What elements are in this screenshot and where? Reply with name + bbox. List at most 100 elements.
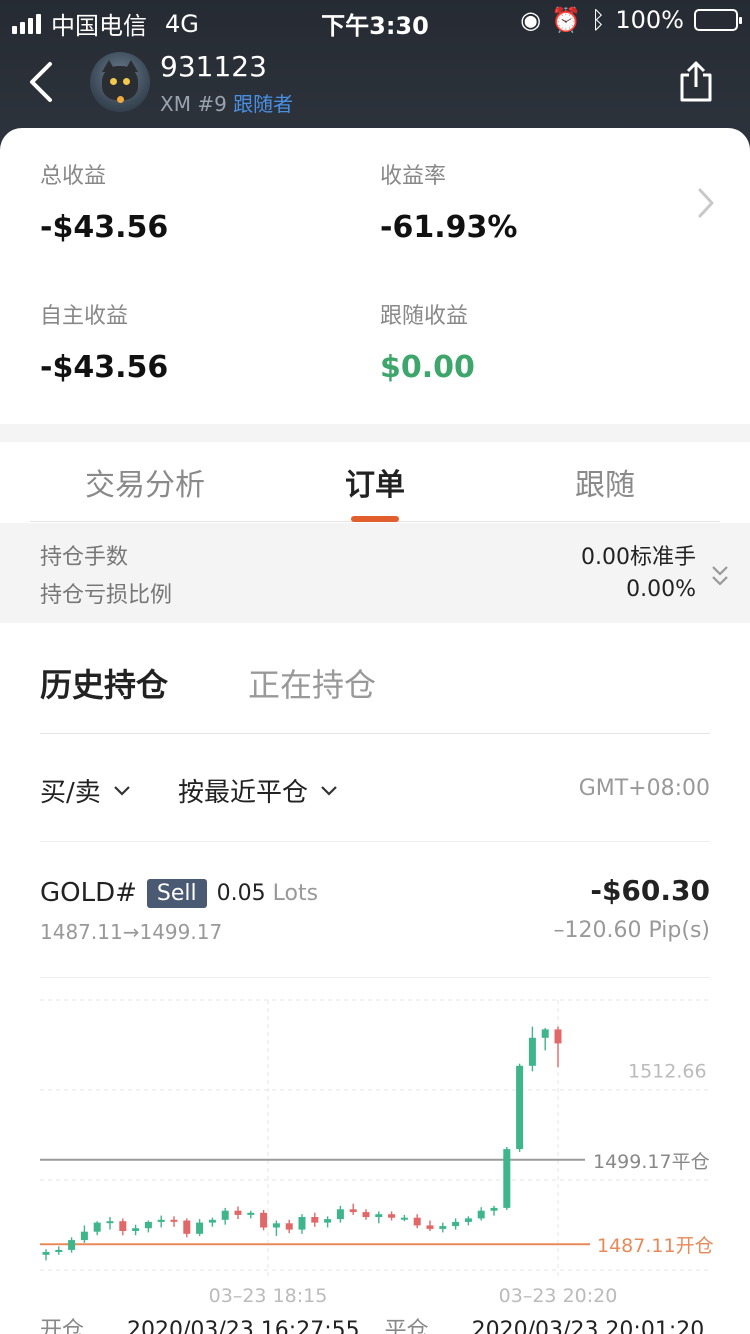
trade-pips: –120.60 Pip(s) <box>553 918 710 943</box>
main-tabs: 交易分析 订单 跟随 <box>30 442 720 522</box>
candle-body <box>477 1210 485 1219</box>
lots-amount: 0.05 <box>216 880 266 906</box>
tab-trade-analysis[interactable]: 交易分析 <box>45 460 245 504</box>
close-time-label: 平仓 <box>384 1318 429 1334</box>
trade-pnl: -$60.30 <box>590 874 710 907</box>
tab-history-positions[interactable]: 历史持仓 <box>40 660 168 706</box>
chevron-down-icon <box>321 785 337 796</box>
candle-body <box>311 1217 319 1223</box>
candle-body <box>260 1212 268 1228</box>
lots-unit: Lots <box>272 880 319 906</box>
candle-body <box>413 1217 421 1226</box>
candle-body <box>285 1223 293 1230</box>
return-rate-label: 收益率 <box>380 164 447 189</box>
sort-filter-dropdown[interactable]: 按最近平仓 <box>178 772 338 809</box>
total-profit-value: -$43.56 <box>40 210 169 245</box>
broker-text: XM #9 <box>160 92 227 116</box>
trade-symbol: GOLD# <box>40 878 137 908</box>
candle-body <box>93 1222 101 1232</box>
open-time-value: 2020/03/23 16:27:55 <box>127 1318 360 1334</box>
close-time-value: 2020/03/23 20:01:20 <box>471 1318 705 1334</box>
price-axis-label: 1512.66 <box>628 1060 707 1082</box>
back-arrow-icon[interactable] <box>24 58 60 106</box>
battery-icon <box>694 9 742 31</box>
open-price-label: 1487.11开仓 <box>597 1235 714 1257</box>
chevron-down-icon <box>113 785 130 796</box>
candle-body <box>452 1221 460 1227</box>
trade-row[interactable]: GOLD# Sell 0.05 Lots 1487.11→1499.17 -$6… <box>40 870 710 978</box>
candle-body <box>375 1214 383 1217</box>
candle-body <box>349 1209 357 1213</box>
candle-body <box>42 1252 50 1255</box>
battery-percent: 100% <box>615 6 684 34</box>
candle-body <box>80 1231 88 1241</box>
trade-times: 开仓 2020/03/23 16:27:55 平仓 2020/03/23 20:… <box>40 1312 720 1334</box>
candle-body <box>106 1221 114 1224</box>
status-bar: 中国电信 4G 下午3:30 ◉ ⏰ ᛒ 100% <box>0 0 750 40</box>
candle-body <box>119 1221 127 1231</box>
candle-body <box>144 1221 152 1229</box>
return-rate: 收益率 -61.93% <box>380 158 517 245</box>
close-price-label: 1499.17平仓 <box>593 1151 710 1173</box>
trade-lots: 0.05 Lots <box>217 881 318 906</box>
loss-ratio-value: 0.00% <box>626 577 696 602</box>
tab-orders[interactable]: 订单 <box>275 460 475 504</box>
self-profit-label: 自主收益 <box>40 304 129 329</box>
self-profit: 自主收益 -$43.56 <box>40 298 168 385</box>
candle-body <box>336 1209 344 1220</box>
follow-profit: 跟随收益 $0.00 <box>380 298 475 385</box>
share-icon[interactable] <box>676 60 716 104</box>
position-subtabs: 历史持仓 正在持仓 <box>40 656 710 734</box>
alarm-icon: ⏰ <box>551 6 581 34</box>
follow-profit-value: $0.00 <box>380 350 475 385</box>
candle-body <box>439 1226 447 1229</box>
role-text: 跟随者 <box>233 92 294 116</box>
side-filter-label: 买/卖 <box>40 778 101 808</box>
position-info-panel[interactable]: 持仓手数 0.00标准手 持仓亏损比例 0.00% <box>0 523 750 623</box>
candle-body <box>324 1219 332 1223</box>
tab-follow[interactable]: 跟随 <box>505 460 705 504</box>
side-filter-dropdown[interactable]: 买/卖 <box>40 772 131 809</box>
sort-filter-label: 按最近平仓 <box>178 778 309 808</box>
candle-body <box>132 1228 140 1231</box>
candle-body <box>157 1219 165 1222</box>
timezone-label: GMT+08:00 <box>578 776 710 801</box>
candle-body <box>68 1240 76 1250</box>
price-chart: 1499.17平仓 1487.11开仓 1512.66 03–23 18:15 03–2… <box>40 999 714 1307</box>
avatar[interactable] <box>90 52 150 112</box>
username: 931123 <box>160 50 267 83</box>
candle-body <box>362 1212 370 1217</box>
candle-body <box>234 1210 242 1215</box>
total-profit-label: 总收益 <box>40 164 107 189</box>
candle-body <box>400 1217 408 1220</box>
chevron-right-icon[interactable] <box>696 186 716 220</box>
price-path: 1487.11→1499.17 <box>40 920 223 944</box>
filter-bar: 买/卖 按最近平仓 GMT+08:00 <box>40 764 710 842</box>
candle-body <box>503 1149 511 1208</box>
candle-body <box>221 1210 229 1220</box>
follow-profit-label: 跟随收益 <box>380 304 469 329</box>
candle-body <box>541 1029 549 1038</box>
x-axis-label: 03–23 18:15 <box>209 1285 328 1307</box>
candle-body <box>490 1207 498 1211</box>
candle-body <box>208 1219 216 1223</box>
candle-body <box>426 1225 434 1229</box>
return-rate-value: -61.93% <box>380 210 518 245</box>
candle-body <box>183 1220 191 1234</box>
tab-open-positions[interactable]: 正在持仓 <box>248 660 376 706</box>
candle-body <box>298 1217 306 1230</box>
profit-summary-card[interactable]: 总收益 -$43.56 收益率 -61.93% 自主收益 -$43.56 跟随收… <box>0 128 750 424</box>
candle-body <box>528 1037 536 1066</box>
candle-body <box>170 1219 178 1222</box>
candle-body <box>196 1222 204 1234</box>
bluetooth-icon: ᛒ <box>590 6 606 34</box>
x-axis-label: 03–23 20:20 <box>499 1285 618 1307</box>
loss-ratio-label: 持仓亏损比例 <box>40 583 173 608</box>
total-profit: 总收益 -$43.56 <box>40 158 168 245</box>
double-chevron-down-icon[interactable] <box>710 563 730 589</box>
candle-body <box>247 1212 255 1215</box>
self-profit-value: -$43.56 <box>40 350 169 385</box>
candle-body <box>272 1223 280 1228</box>
candle-body <box>388 1214 396 1218</box>
candle-body <box>55 1249 63 1252</box>
